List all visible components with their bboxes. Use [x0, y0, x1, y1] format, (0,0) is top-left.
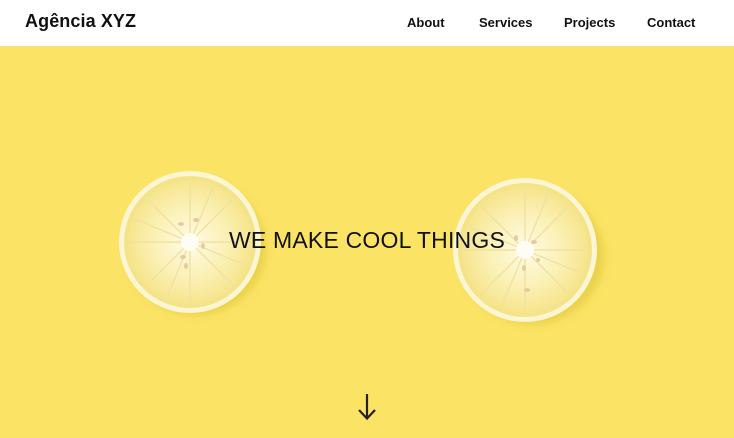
nav-contact[interactable]: Contact: [647, 15, 695, 30]
hero-section: WE MAKE COOL THINGS: [0, 46, 734, 438]
nav-about[interactable]: About: [407, 15, 445, 30]
site-header: Agência XYZ About Services Projects Cont…: [0, 0, 734, 46]
nav-projects[interactable]: Projects: [564, 15, 615, 30]
hero-headline: WE MAKE COOL THINGS: [228, 227, 505, 253]
brand-logo[interactable]: Agência XYZ: [25, 11, 136, 32]
arrow-down-icon[interactable]: [356, 392, 378, 422]
nav-services[interactable]: Services: [479, 15, 533, 30]
